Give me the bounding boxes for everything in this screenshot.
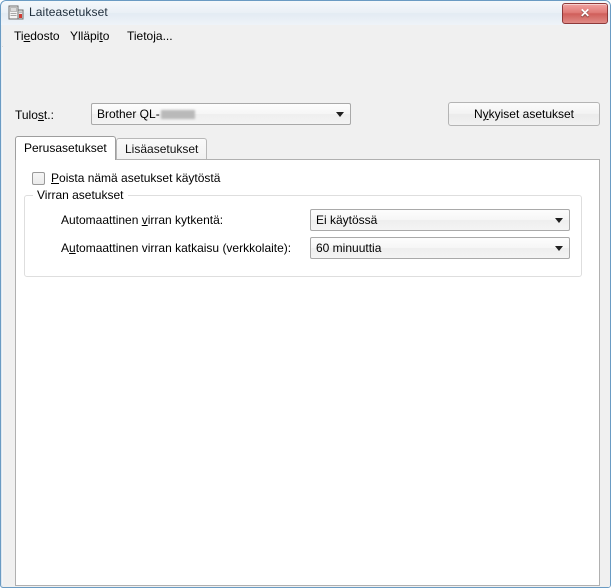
disable-settings-checkbox[interactable] [32,172,45,185]
checkbox-label-part: oista nämä asetukset käytöstä [59,171,221,185]
field-label-part: tomaattinen virran katkaisu (verkkolaite… [75,241,292,255]
tab-label: Lisäasetukset [125,142,199,156]
power-settings-group: Virran asetukset Automaattinen virran ky… [24,188,582,277]
checkbox-mnemonic: P [51,171,60,185]
menu-label-part: o [102,29,110,43]
device-settings-window: Laiteasetukset ✕ Tiedosto Ylläpito Tieto… [0,0,611,588]
disable-settings-label[interactable]: Poista nämä asetukset käytöstä [51,171,220,185]
tab-perusasetukset[interactable]: Perusasetukset [15,136,116,160]
chevron-down-icon [555,246,563,251]
printer-label-part: Tulo [15,108,38,122]
menu-label-part: Ti [14,29,24,43]
auto-power-on-select[interactable]: Ei käytössä [310,209,570,231]
printer-label: Tulost.: [15,108,54,122]
tab-lisaasetukset[interactable]: Lisäasetukset [116,138,208,160]
auto-power-off-value: 60 minuuttia [316,241,382,255]
auto-power-off-label: Automaattinen virran katkaisu (verkkolai… [61,241,291,255]
power-settings-group-title: Virran asetukset [33,188,128,202]
menu-label-part: Ylläpi [70,29,100,43]
auto-power-off-select[interactable]: 60 minuuttia [310,237,570,259]
menu-label-part: dosto [30,29,60,43]
client-area: Tulost.: Brother QL- Nykyiset asetukset … [3,46,610,587]
tab-panel-perusasetukset: Poista nämä asetukset käytöstä Virran as… [15,159,600,586]
tab-label: Perusasetukset [24,141,107,155]
title-bar: Laiteasetukset ✕ [1,1,610,25]
menu-bar: Tiedosto Ylläpito Tietoja... [2,25,610,47]
auto-power-on-value: Ei käytössä [316,213,378,227]
menu-item-yllapito[interactable]: Ylläpito [66,28,113,44]
field-label-part: Automaattinen [61,213,142,227]
field-label-part: A [61,241,70,255]
menu-item-tiedosto[interactable]: Tiedosto [10,28,64,44]
field-label-part: irran kytkentä: [147,213,224,227]
menu-item-tietoja[interactable]: Tietoja... [123,28,177,44]
chevron-down-icon [336,112,344,117]
printer-select-value-wrap: Brother QL- [97,107,195,121]
field-label-mnemonic: u [69,241,76,255]
printer-select-value: Brother QL- [97,107,160,121]
window-title: Laiteasetukset [29,5,108,19]
close-button[interactable]: ✕ [562,3,608,24]
current-settings-button[interactable]: Nykyiset asetukset [448,102,600,126]
printer-device-icon [8,5,25,21]
chevron-down-icon [555,218,563,223]
auto-power-on-label: Automaattinen virran kytkentä: [61,213,223,227]
printer-label-part: t.: [43,108,54,122]
menu-label-part: Tietoja... [127,29,173,43]
printer-select[interactable]: Brother QL- [91,103,351,125]
close-icon: ✕ [579,6,591,20]
redacted-model-block [160,110,195,119]
tab-strip: Perusasetukset Lisäasetukset [15,136,600,160]
button-label-part: N [473,107,483,121]
button-label-part: kyiset asetukset [488,107,575,121]
